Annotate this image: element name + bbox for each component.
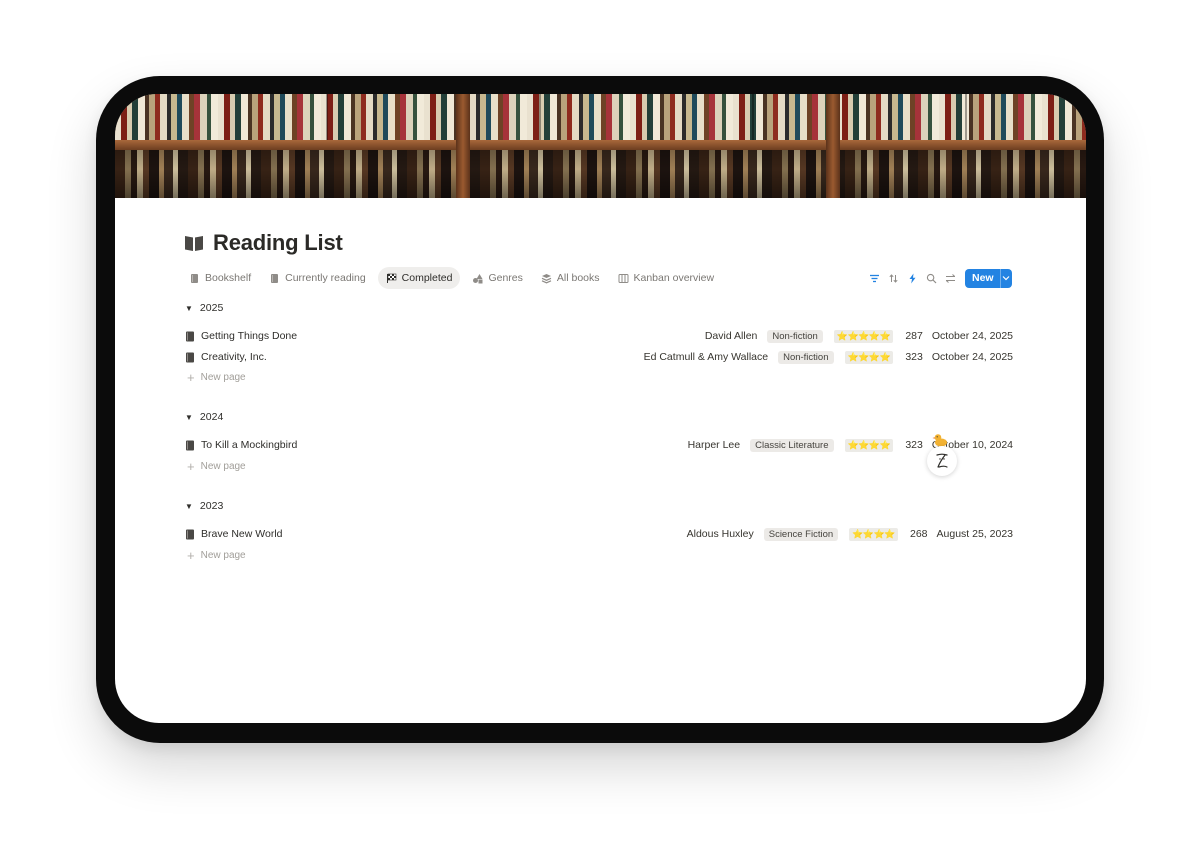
view-toolbar: New	[861, 268, 1012, 288]
rating-stars: ⭐⭐⭐⭐	[849, 527, 898, 541]
device-frame: Reading List Bookshelf Currently reading	[96, 76, 1104, 743]
checkered-flag-icon	[386, 273, 396, 283]
page-book-icon	[186, 529, 194, 539]
book-icon	[271, 273, 279, 283]
plus-icon: +	[187, 547, 195, 563]
genre-tag: Non-fiction	[778, 350, 834, 364]
columns-icon	[618, 273, 628, 283]
view-tabs: Bookshelf Currently reading Completed Ge…	[183, 265, 726, 291]
tab-label: Kanban overview	[633, 272, 715, 284]
tab-genres[interactable]: Genres	[466, 267, 528, 289]
new-page-label: New page	[200, 461, 246, 472]
page-count: 323	[905, 351, 923, 363]
tab-completed[interactable]: Completed	[377, 267, 461, 289]
book-icon	[191, 273, 198, 283]
rating-stars: ⭐⭐⭐⭐	[844, 438, 894, 452]
completed-date: October 24, 2025	[931, 351, 1013, 363]
group-label: 2023	[199, 500, 224, 512]
page-book-icon	[186, 440, 194, 450]
cover-books-top	[115, 94, 1086, 140]
page-header: Reading List	[183, 230, 343, 256]
chevron-down-icon[interactable]	[1001, 275, 1012, 281]
completed-date: October 24, 2025	[931, 330, 1013, 342]
cover-shelf-post	[456, 94, 470, 198]
book-title[interactable]: Getting Things Done	[201, 330, 297, 342]
ai-assistant-button[interactable]	[927, 446, 957, 476]
cover-shelf-post	[826, 94, 840, 198]
genre-tag: Classic Literature	[750, 438, 834, 452]
sort-icon[interactable]	[887, 272, 899, 284]
new-page-button[interactable]: + New page	[187, 547, 246, 563]
table-row[interactable]: To Kill a Mockingbird Harper Lee Classic…	[185, 436, 1013, 454]
collapse-toggle-icon[interactable]: ▼	[185, 304, 193, 313]
tab-label: Genres	[488, 272, 523, 284]
book-author: Ed Catmull & Amy Wallace	[643, 351, 769, 363]
view-settings-icon[interactable]	[944, 272, 956, 284]
filter-icon[interactable]	[868, 272, 880, 284]
new-button-label: New	[965, 268, 1001, 288]
new-page-button[interactable]: + New page	[187, 458, 246, 474]
tab-bookshelf[interactable]: Bookshelf	[183, 267, 257, 289]
page-title: Reading List	[213, 230, 343, 255]
tab-label: All books	[556, 272, 600, 284]
tab-label: Currently reading	[285, 272, 366, 284]
plus-icon: +	[187, 458, 195, 474]
book-title[interactable]: To Kill a Mockingbird	[201, 439, 297, 451]
genre-tag: Non-fiction	[767, 329, 823, 343]
group-header-2024[interactable]: ▼ 2024	[185, 411, 223, 423]
book-author: Aldous Huxley	[686, 528, 754, 540]
completed-date: August 25, 2023	[936, 528, 1013, 540]
book-title[interactable]: Brave New World	[201, 528, 283, 540]
page-book-icon	[186, 352, 194, 362]
page-count: 323	[905, 439, 923, 451]
rating-stars: ⭐⭐⭐⭐⭐	[833, 329, 894, 343]
duck-icon	[932, 434, 947, 447]
group-header-2023[interactable]: ▼ 2023	[185, 500, 223, 512]
new-button[interactable]: New	[965, 268, 1012, 288]
open-book-icon	[185, 236, 203, 251]
new-page-label: New page	[200, 550, 246, 561]
automation-bolt-icon[interactable]	[906, 272, 918, 284]
group-label: 2025	[199, 302, 224, 314]
tab-all-books[interactable]: All books	[535, 267, 606, 289]
book-author: David Allen	[704, 330, 758, 342]
genre-tag: Science Fiction	[763, 527, 839, 541]
page-book-icon	[186, 331, 194, 341]
app-screen: Reading List Bookshelf Currently reading	[115, 94, 1086, 723]
page-count: 268	[909, 528, 928, 540]
tab-label: Completed	[401, 272, 453, 284]
plus-icon: +	[187, 369, 195, 385]
group-header-2025[interactable]: ▼ 2025	[185, 302, 223, 314]
cover-shelf	[115, 140, 1086, 150]
tab-currently-reading[interactable]: Currently reading	[263, 267, 372, 289]
collapse-toggle-icon[interactable]: ▼	[185, 502, 193, 511]
collapse-toggle-icon[interactable]: ▼	[185, 413, 193, 422]
book-author: Harper Lee	[687, 439, 741, 451]
layers-icon	[541, 273, 552, 283]
new-page-label: New page	[200, 372, 246, 383]
new-page-button[interactable]: + New page	[187, 369, 246, 385]
group-label: 2024	[199, 411, 224, 423]
page-count: 287	[905, 330, 923, 342]
cover-image	[115, 94, 1086, 198]
tab-kanban-overview[interactable]: Kanban overview	[612, 267, 721, 289]
table-row[interactable]: Brave New World Aldous Huxley Science Fi…	[185, 525, 1013, 543]
rating-stars: ⭐⭐⭐⭐	[844, 350, 894, 364]
assistant-face-icon	[936, 453, 948, 468]
table-row[interactable]: Getting Things Done David Allen Non-fict…	[185, 327, 1013, 345]
table-row[interactable]: Creativity, Inc. Ed Catmull & Amy Wallac…	[185, 348, 1013, 366]
shapes-icon	[473, 273, 483, 283]
book-title[interactable]: Creativity, Inc.	[201, 351, 267, 363]
cover-books-bottom	[115, 150, 1086, 198]
search-icon[interactable]	[925, 272, 937, 284]
tab-label: Bookshelf	[205, 272, 252, 284]
